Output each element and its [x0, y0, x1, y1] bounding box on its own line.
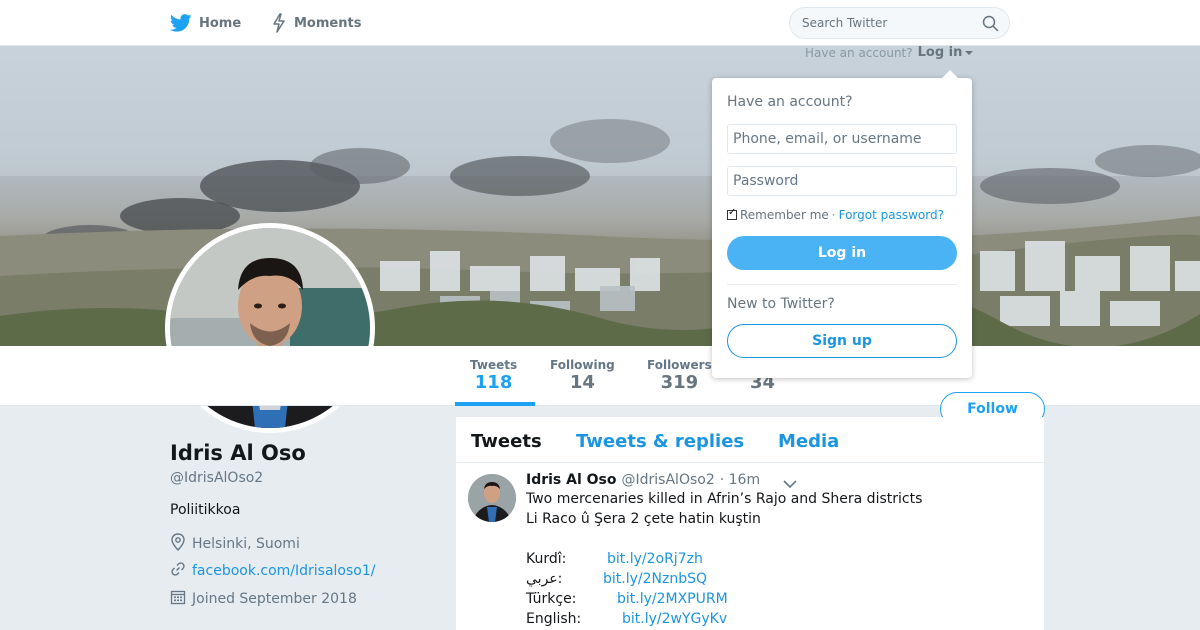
website-link[interactable]: facebook.com/Idrisaloso1/: [192, 563, 375, 579]
search-input[interactable]: [802, 8, 972, 38]
tweet-author-handle[interactable]: @IdrisAlOso2: [622, 472, 715, 488]
profile-handle[interactable]: @IdrisAlOso2: [170, 470, 263, 486]
signup-button[interactable]: Sign up: [727, 324, 957, 358]
tweet-link-label-english: English:: [526, 611, 582, 627]
profile-name[interactable]: Idris Al Oso: [170, 441, 306, 465]
tweet-avatar[interactable]: [468, 474, 516, 522]
remember-me-checkbox[interactable]: [727, 207, 737, 220]
nav-moments-label: Moments: [294, 15, 362, 31]
location-pin-icon: [170, 533, 186, 555]
tweet-link-turkce[interactable]: bit.ly/2MXPURM: [617, 591, 728, 607]
stat-tweets-value: 118: [474, 372, 513, 393]
tweet-text-line-1: Two mercenaries killed in Afrin’s Rajo a…: [526, 491, 923, 507]
tweet-link-label-arabic: عربي:: [526, 571, 563, 587]
timeline-tabs: Tweets Tweets & replies Media: [456, 417, 1044, 463]
stat-tweets[interactable]: Tweets 118: [470, 358, 517, 393]
top-navigation-bar: Home Moments: [0, 0, 1200, 46]
tweet-link-label-turkce: Türkçe:: [526, 591, 577, 607]
nav-home[interactable]: Home: [170, 0, 241, 46]
dropdown-divider: [727, 284, 957, 285]
joined-text: Joined September 2018: [192, 591, 357, 607]
tweet-link-label-kurdi: Kurdî:: [526, 551, 567, 567]
profile-website: facebook.com/Idrisaloso1/: [170, 561, 375, 581]
caret-down-icon: [965, 45, 974, 60]
profile-location: Helsinki, Suomi: [170, 533, 300, 555]
tweet-text-line-2: Li Raco û Şera 2 çete hatin kuştin: [526, 511, 761, 527]
location-text: Helsinki, Suomi: [192, 536, 300, 552]
active-stat-underline: [455, 402, 535, 406]
remember-row: Remember me · Forgot password?: [727, 207, 944, 222]
tweet-link-kurdi[interactable]: bit.ly/2oRj7zh: [607, 551, 703, 567]
nav-home-label: Home: [199, 15, 242, 31]
nav-moments[interactable]: Moments: [271, 0, 361, 46]
twitter-bird-icon: [170, 14, 192, 32]
lightning-bolt-icon: [271, 13, 287, 33]
stat-followers-label: Followers: [647, 358, 712, 372]
remember-me-label: Remember me: [740, 208, 829, 222]
new-to-twitter-text: New to Twitter?: [727, 296, 835, 312]
login-toggle-label: Log in: [917, 45, 963, 60]
username-field[interactable]: [727, 124, 957, 154]
tab-media[interactable]: Media: [778, 431, 839, 452]
tweet[interactable]: Idris Al Oso @IdrisAlOso2 · 16m Two merc…: [456, 463, 1044, 630]
stat-following-label: Following: [550, 358, 615, 372]
search-icon[interactable]: [982, 15, 999, 36]
tab-tweets-and-replies[interactable]: Tweets & replies: [576, 431, 744, 452]
tweet-timestamp[interactable]: · 16m: [720, 472, 760, 488]
login-dropdown-title: Have an account?: [727, 94, 853, 110]
tab-tweets[interactable]: Tweets: [471, 431, 542, 452]
tweet-link-english[interactable]: bit.ly/2wYGyKv: [622, 611, 727, 627]
account-prompt-text: Have an account?: [805, 45, 913, 60]
login-dropdown: Have an account? Remember me · Forgot pa…: [712, 70, 972, 378]
login-dropdown-toggle[interactable]: Log in: [918, 45, 974, 60]
stat-followers[interactable]: Followers 319: [647, 358, 712, 393]
stat-followers-value: 319: [660, 372, 699, 393]
tweet-header: Idris Al Oso @IdrisAlOso2 · 16m: [526, 472, 760, 488]
login-button[interactable]: Log in: [727, 236, 957, 270]
search-box[interactable]: [789, 7, 1010, 39]
separator-dot: ·: [831, 208, 836, 222]
tweet-link-arabic[interactable]: bit.ly/2NznbSQ: [603, 571, 707, 587]
stat-tweets-label: Tweets: [470, 358, 518, 372]
forgot-password-link[interactable]: Forgot password?: [839, 208, 944, 222]
password-field[interactable]: [727, 166, 957, 196]
calendar-icon: [170, 589, 186, 609]
account-prompt: Have an account? Log in: [805, 45, 974, 60]
stat-following[interactable]: Following 14: [550, 358, 615, 393]
profile-bio: Poliitikkoa: [170, 502, 241, 518]
stat-following-value: 14: [569, 372, 595, 393]
timeline: Tweets Tweets & replies Media Idris Al O…: [456, 417, 1044, 630]
tweet-author-name[interactable]: Idris Al Oso: [526, 472, 617, 488]
link-icon: [170, 561, 186, 581]
profile-joined: Joined September 2018: [170, 589, 357, 609]
